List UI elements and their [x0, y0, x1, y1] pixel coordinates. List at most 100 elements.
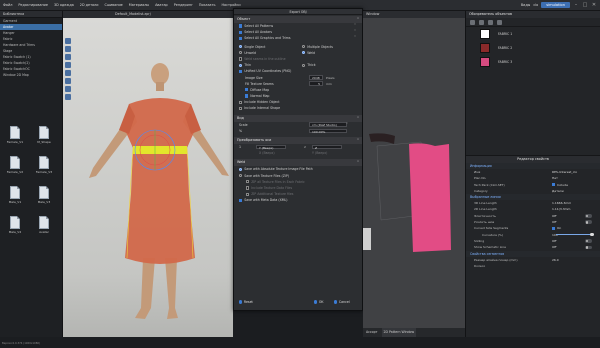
- reset-button[interactable]: Reset: [239, 299, 253, 305]
- checkbox[interactable]: [239, 24, 243, 28]
- section-object[interactable]: Объект ˄: [234, 16, 362, 23]
- checkbox[interactable]: [246, 180, 250, 184]
- menu-2d-pattern[interactable]: 2D детали: [77, 3, 102, 7]
- footer-tab-active[interactable]: 2D Pattern Window: [381, 328, 417, 337]
- checkbox[interactable]: [239, 57, 243, 61]
- pattern-canvas[interactable]: [363, 18, 465, 328]
- tree-item[interactable]: Window 2D Map: [0, 72, 62, 78]
- file-icon: [10, 216, 20, 229]
- checkbox[interactable]: [239, 69, 243, 73]
- sort-icon[interactable]: [497, 19, 502, 25]
- menu-settings[interactable]: Настройки: [218, 3, 243, 7]
- radio[interactable]: [239, 173, 243, 178]
- file-item[interactable]: Female_V1: [2, 126, 28, 144]
- object-browser-tab[interactable]: Обозреватель объектов: [466, 11, 600, 18]
- check-icon: [314, 300, 318, 304]
- thick-radio[interactable]: [302, 63, 306, 67]
- toggle-switch[interactable]: [585, 245, 592, 250]
- fabric-item[interactable]: FABRIC 2: [466, 41, 600, 55]
- checkbox[interactable]: [245, 94, 249, 98]
- section-transform[interactable]: Преобразовать оси ˄: [234, 137, 362, 144]
- menu-display[interactable]: Показать: [196, 3, 219, 7]
- library-tab[interactable]: Библиотека: [0, 11, 62, 18]
- file-item[interactable]: Avatar: [31, 216, 57, 234]
- menu-render[interactable]: Рендеринг: [171, 3, 196, 7]
- viewport-tab[interactable]: Default_Modelist.zprj: [63, 11, 233, 18]
- delete-icon[interactable]: [488, 19, 493, 25]
- chevron-down-icon[interactable]: ˅: [354, 35, 356, 41]
- multiple-objects-radio[interactable]: [302, 44, 306, 49]
- checkbox[interactable]: [552, 226, 555, 230]
- axis-from-select[interactable]: Y (Вверх): [256, 144, 286, 150]
- pattern-pieces: [363, 133, 451, 252]
- file-item[interactable]: Male_V2: [2, 216, 28, 234]
- chevron-up-icon: ˄: [357, 138, 359, 143]
- checkbox[interactable]: [245, 88, 249, 92]
- pattern-window-tab[interactable]: Window: [363, 11, 465, 18]
- checkbox[interactable]: [239, 106, 243, 111]
- menu-avatar[interactable]: Аватар: [152, 3, 171, 7]
- percent-input[interactable]: 100.00%: [309, 128, 347, 133]
- radio[interactable]: [239, 167, 243, 171]
- toggle-switch[interactable]: [585, 220, 592, 225]
- unweld-radio[interactable]: [239, 51, 243, 55]
- section-weld[interactable]: Weld ˄: [234, 159, 362, 167]
- menu-edit[interactable]: Редактирование: [15, 3, 51, 7]
- mode-simulation-button[interactable]: simulation: [541, 2, 570, 8]
- fabric-item[interactable]: FABRIC 3: [466, 55, 600, 69]
- image-size-input[interactable]: 2048: [309, 75, 323, 80]
- menu-sewing[interactable]: Сшивание: [102, 3, 126, 7]
- add-icon[interactable]: [470, 19, 475, 25]
- scale-select[interactable]: cm (DAZ Studio): [309, 122, 347, 127]
- section-scale[interactable]: Вид ˄: [234, 114, 362, 122]
- reset-icon: [239, 300, 243, 304]
- status-bar: Версия 6.0.374 (1920x1080): [2, 342, 41, 345]
- save-meta-row[interactable]: Save with Meta Data (XML): [234, 197, 362, 203]
- menu-materials[interactable]: Материалы: [126, 3, 152, 7]
- chevron-up-icon: ˄: [357, 115, 359, 121]
- minimize-icon[interactable]: –: [573, 2, 579, 8]
- checkbox[interactable]: [246, 192, 250, 196]
- file-item[interactable]: M_Shape: [31, 126, 57, 144]
- file-icon: [39, 216, 49, 229]
- axis-hint-row: X (Вверх) Y (Вверх): [259, 151, 328, 156]
- cancel-button[interactable]: Cancel: [334, 299, 350, 305]
- include-checkbox[interactable]: [552, 183, 555, 187]
- pattern-window-footer: Ассорт 2D Pattern Window: [363, 328, 465, 337]
- menu-3d-garment[interactable]: 3D одежда: [51, 3, 77, 7]
- select-all-graphics[interactable]: Select All Graphics and Trims ˅: [234, 35, 362, 41]
- single-object-radio[interactable]: [239, 44, 243, 49]
- maximize-icon[interactable]: □: [582, 2, 588, 8]
- curvature-slider[interactable]: [556, 232, 594, 237]
- viewport-3d[interactable]: [63, 18, 233, 337]
- checkbox[interactable]: [239, 100, 243, 104]
- footer-tab[interactable]: Ассорт: [366, 328, 378, 337]
- close-icon[interactable]: ✕: [591, 2, 597, 8]
- fill-texture-input[interactable]: 5: [309, 81, 323, 86]
- file-item[interactable]: Male_V1: [2, 186, 28, 204]
- fabric-swatch: [480, 29, 490, 39]
- axis-to-select[interactable]: Z: [312, 144, 342, 150]
- copy-icon[interactable]: [479, 19, 484, 25]
- toggle-switch[interactable]: [585, 239, 592, 243]
- toggle-switch[interactable]: [585, 214, 592, 218]
- user-chip[interactable]: clo: [533, 3, 538, 7]
- checkbox[interactable]: [239, 36, 243, 40]
- file-item[interactable]: Female_V2: [2, 156, 28, 174]
- checkbox[interactable]: [239, 30, 243, 34]
- thin-radio[interactable]: [239, 63, 243, 67]
- pe-row: Колесо: [474, 263, 486, 268]
- cancel-icon: [334, 300, 338, 304]
- checkbox[interactable]: [239, 198, 243, 202]
- weld-radio[interactable]: [302, 51, 306, 55]
- file-item[interactable]: Male_V3: [31, 186, 57, 204]
- fabric-item[interactable]: FABRIC 1: [466, 27, 600, 41]
- file-icon: [39, 126, 49, 139]
- pe-value[interactable]: Детали: [552, 188, 564, 194]
- include-internal-row[interactable]: Include Internal Shape: [234, 105, 362, 111]
- checkbox[interactable]: [246, 186, 250, 190]
- file-item[interactable]: Female_V3: [31, 156, 57, 174]
- workspace-chip[interactable]: Виды: [521, 3, 531, 7]
- menu-file[interactable]: Файл: [0, 3, 15, 7]
- ok-button[interactable]: OK: [314, 299, 324, 305]
